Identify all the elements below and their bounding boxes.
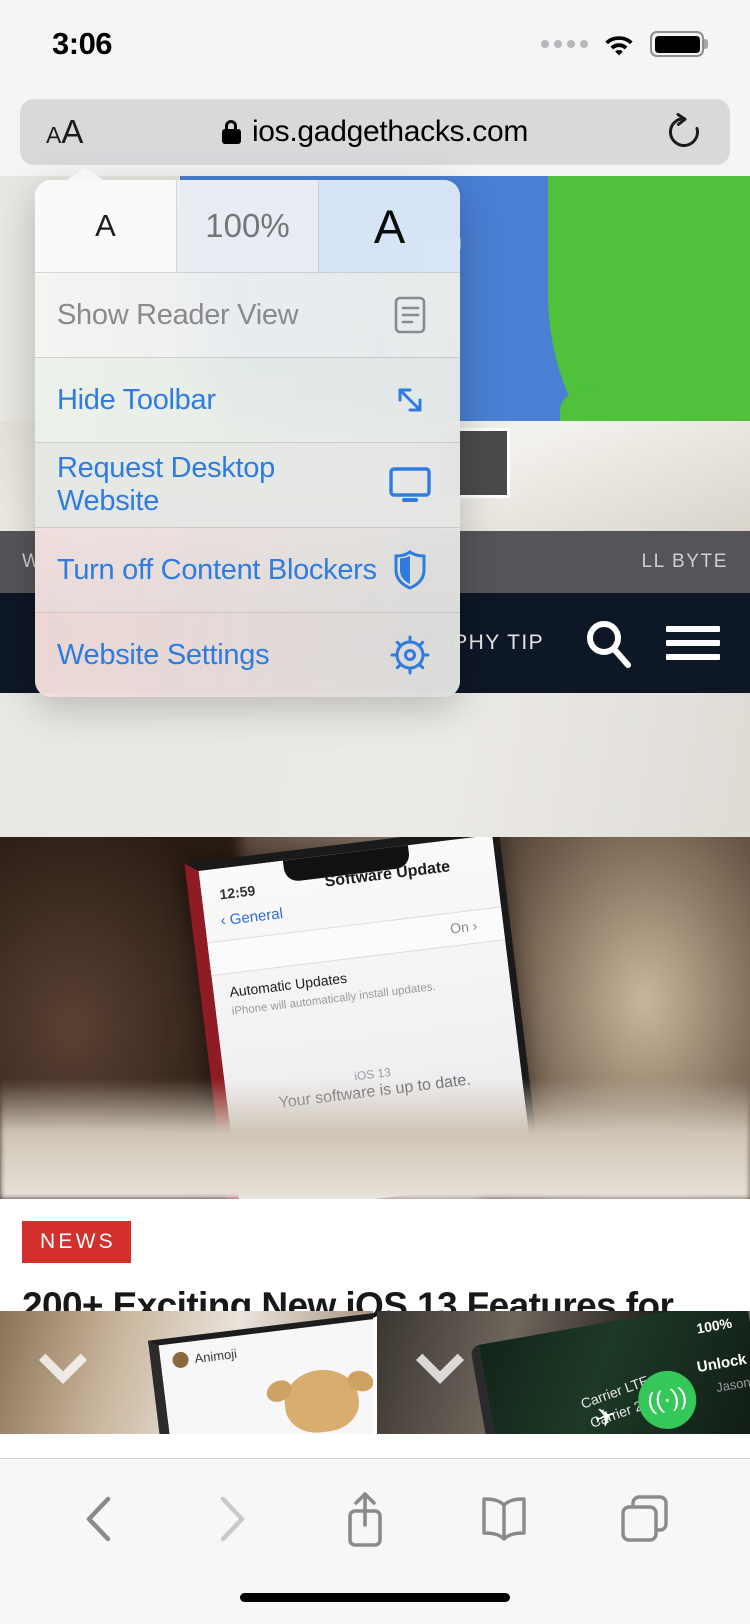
- expand-arrows-icon: [384, 382, 436, 418]
- animoji-label: Animoji: [193, 1346, 238, 1367]
- home-indicator: [240, 1593, 510, 1602]
- menu-item-website-settings[interactable]: Website Settings: [35, 612, 460, 697]
- chevron-down-icon: [38, 1335, 88, 1385]
- desktop-monitor-icon: [384, 466, 436, 504]
- grey-strip-right-text: LL BYTE: [641, 551, 728, 572]
- gear-icon: [384, 635, 436, 675]
- menu-item-label: Hide Toolbar: [57, 383, 216, 416]
- large-a-label: A: [373, 199, 406, 253]
- unlock-label: Unlock: [695, 1350, 748, 1377]
- zoom-level-label: 100%: [205, 207, 290, 244]
- menu-item-show-reader-view[interactable]: Show Reader View: [35, 272, 460, 357]
- page-spacer-band: [0, 693, 750, 843]
- hamburger-menu-icon[interactable]: [666, 626, 720, 660]
- battery-percent-label: 100%: [695, 1314, 734, 1337]
- forward-chevron-icon[interactable]: [208, 1491, 254, 1547]
- status-badge[interactable]: NEWS: [22, 1221, 131, 1263]
- wifi-icon: [605, 36, 633, 56]
- user-name-label: Jason: [714, 1374, 750, 1396]
- address-bar-url: ios.gadgethacks.com: [251, 115, 529, 148]
- toolbar-buttons: [0, 1459, 750, 1579]
- small-a-label: A: [95, 208, 116, 243]
- lock-icon: [221, 120, 241, 144]
- reader-view-icon: [384, 295, 436, 335]
- article-hero-photo[interactable]: 12:59 Software Update ‹ General On › Aut…: [0, 837, 750, 1199]
- menu-item-label: Request Desktop Website: [57, 452, 275, 517]
- thumbnail-animoji[interactable]: Animoji: [0, 1311, 373, 1434]
- tabs-icon[interactable]: [617, 1491, 673, 1547]
- chevron-down-icon: [415, 1335, 465, 1385]
- thumbnail-carrier[interactable]: 100% Carrier LTE Carrier 2 ✈ ((·)) Unloc…: [377, 1311, 750, 1434]
- carrier-screen-graphic: 100% Carrier LTE Carrier 2 ✈ ((·)) Unloc…: [469, 1311, 750, 1434]
- phone-back-label: ‹ General: [219, 905, 284, 930]
- back-chevron-icon[interactable]: [77, 1491, 123, 1547]
- status-bar-time: 3:06: [52, 26, 113, 61]
- address-bar-content: ios.gadgethacks.com: [20, 115, 730, 149]
- menu-item-label: Website Settings: [57, 638, 270, 671]
- animoji-avatar-icon: [171, 1350, 190, 1369]
- browser-address-bar-container: A A ios.gadgethacks.com: [0, 88, 750, 176]
- zoom-level-display[interactable]: 100%: [177, 180, 319, 272]
- battery-icon: [650, 31, 704, 57]
- address-bar[interactable]: A A ios.gadgethacks.com: [20, 99, 730, 165]
- font-size-aa-button[interactable]: A A: [46, 113, 83, 151]
- aa-large-letter: A: [61, 113, 84, 150]
- article-thumbnail-row: Animoji 100% Carrier LTE Carrier 2 ✈ ((·…: [0, 1311, 750, 1434]
- reload-icon[interactable]: [664, 111, 704, 153]
- bookmarks-book-icon[interactable]: [476, 1493, 532, 1545]
- font-size-controls: A 100% A: [35, 180, 460, 272]
- share-icon[interactable]: [339, 1488, 391, 1550]
- phone-toggle-value: On ›: [449, 917, 479, 937]
- cellular-signal-icon: [541, 40, 588, 48]
- shield-icon: [384, 549, 436, 591]
- menu-item-label: Show Reader View: [57, 298, 299, 331]
- decrease-font-size-button[interactable]: A: [35, 180, 177, 272]
- page-settings-popover: A 100% A Show Reader View Hide Toolbar R…: [35, 180, 460, 697]
- menu-item-label: Turn off Content Blockers: [57, 553, 377, 586]
- animoji-cow-graphic: [281, 1365, 363, 1434]
- phone-status-time: 12:59: [218, 882, 257, 903]
- aa-small-letter: A: [46, 122, 62, 148]
- search-icon[interactable]: [580, 615, 636, 671]
- menu-item-request-desktop-website[interactable]: Request Desktop Website: [35, 442, 460, 527]
- popover-tail-arrow: [60, 168, 110, 184]
- browser-bottom-toolbar: [0, 1458, 750, 1624]
- menu-item-turn-off-content-blockers[interactable]: Turn off Content Blockers: [35, 527, 460, 612]
- photo-floor-gradient: [0, 1079, 750, 1199]
- animoji-card: Animoji: [148, 1311, 373, 1434]
- increase-font-size-button[interactable]: A: [319, 180, 460, 272]
- status-bar: 3:06: [0, 0, 750, 88]
- status-bar-indicators: [541, 31, 704, 57]
- menu-item-hide-toolbar[interactable]: Hide Toolbar: [35, 357, 460, 442]
